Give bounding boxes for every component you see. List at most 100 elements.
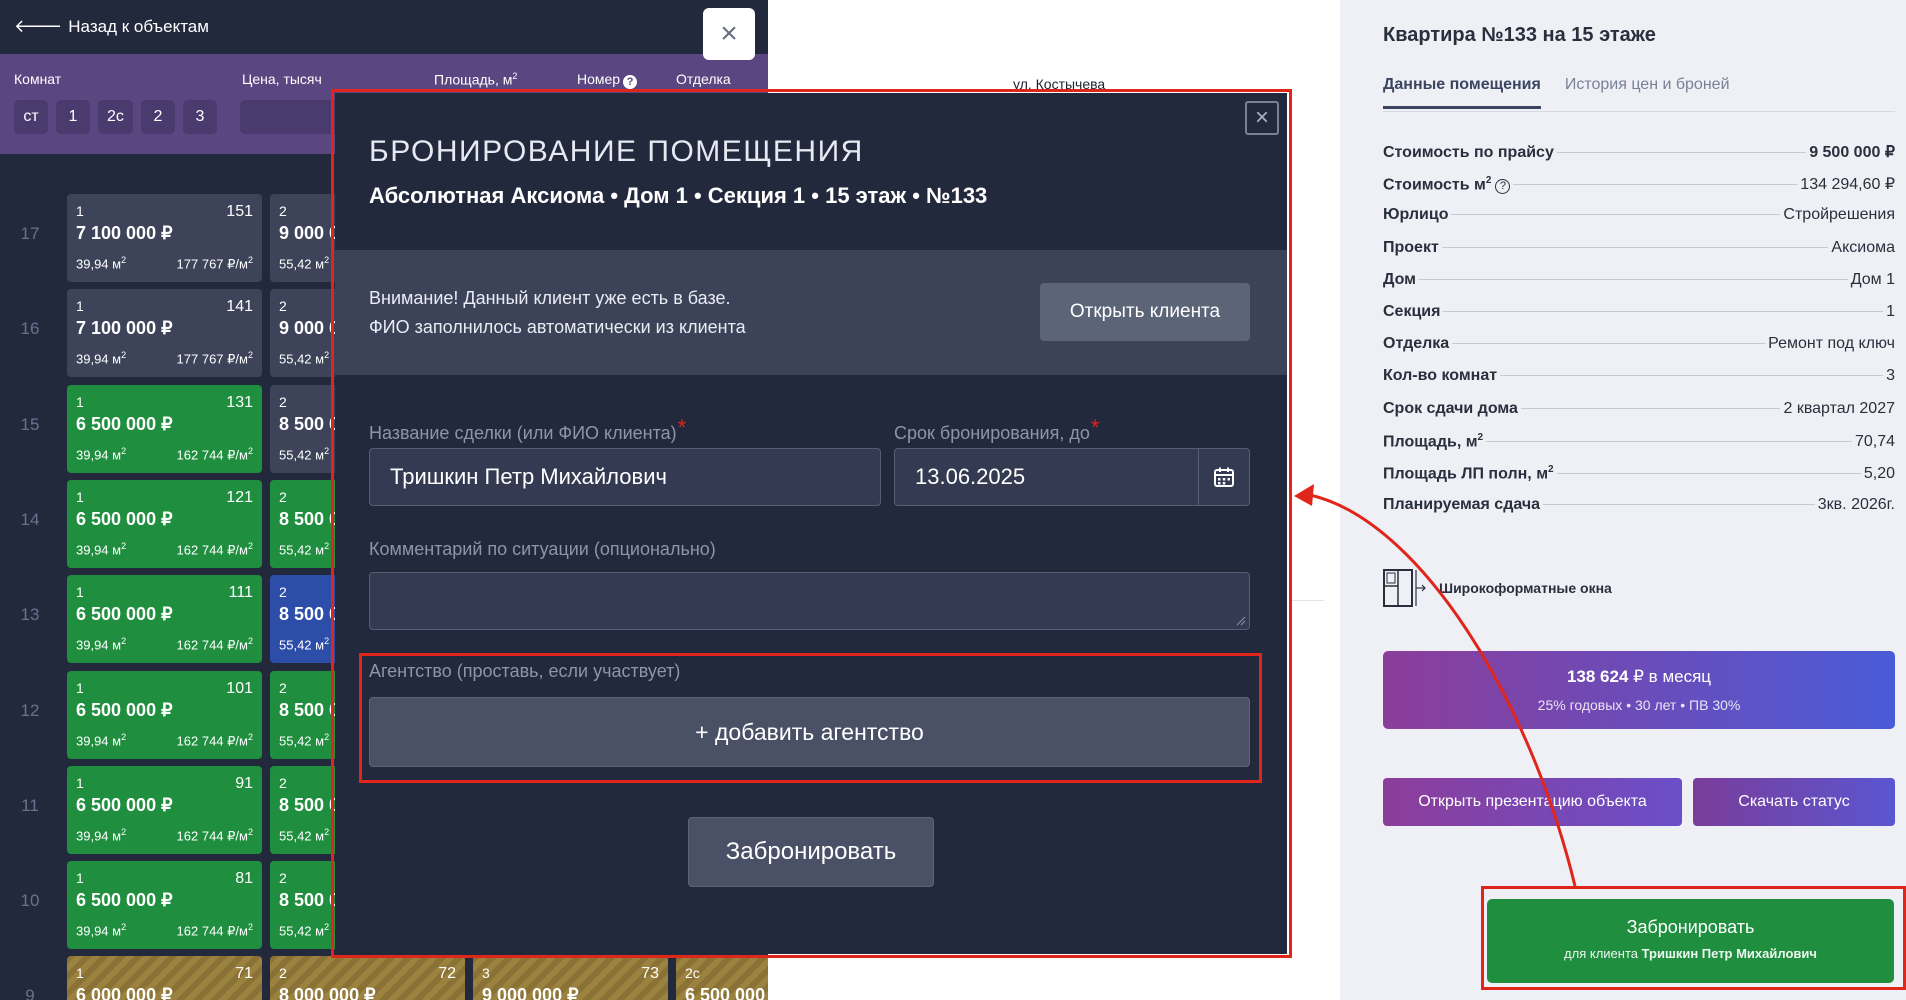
tab-room-data[interactable]: Данные помещения (1383, 76, 1541, 109)
submit-booking-button[interactable]: Забронировать (688, 817, 934, 887)
unit-rooms: 2 (279, 584, 287, 601)
apartment-cell[interactable]: 2 72 8 000 000 ₽ (270, 956, 465, 1000)
room-filter-option[interactable]: 2 (140, 100, 175, 134)
book-for-client-button[interactable]: Забронировать для клиента Тришкин Петр М… (1487, 899, 1894, 983)
open-client-button[interactable]: Открыть клиента (1040, 283, 1250, 341)
apartment-cell[interactable]: 1 111 6 500 000 ₽39,94 м2 162 744 ₽/м2 (67, 575, 262, 664)
help-icon[interactable]: ? (623, 75, 638, 89)
window-icon (1383, 568, 1427, 608)
help-icon[interactable]: ? (1495, 179, 1511, 195)
mortgage-details: 25% годовых • 30 лет • ПВ 30% (1537, 697, 1741, 713)
room-filter-option[interactable]: ст (14, 100, 48, 134)
property-row: Кол-во комнат 3 (1383, 367, 1895, 399)
open-presentation-button[interactable]: Открыть презентацию объекта (1383, 778, 1682, 826)
close-modal-button[interactable]: × (1245, 101, 1279, 135)
unit-rooms: 1 (76, 679, 84, 696)
unit-rooms: 2 (279, 870, 287, 887)
room-filter-option[interactable]: 2с (98, 100, 133, 134)
apartment-cell[interactable]: 1 141 7 100 000 ₽ 39,94 м2 177 767 ₽/м2 (67, 289, 262, 378)
unit-price: 6 000 000 ₽ (76, 985, 173, 1000)
existing-client-notice: Внимание! Данный клиент уже есть в базе.… (335, 250, 1287, 375)
property-value: 70,74 (1854, 433, 1895, 451)
unit-price: 6 500 000 ₽ (76, 604, 173, 625)
feature-wide-windows: Широкоформатные окна (1383, 568, 1612, 608)
property-value: Стройрешения (1783, 206, 1895, 224)
property-key: Стоимость м2? (1383, 175, 1511, 195)
property-row: Площадь ЛП полн, м2 5,20 (1383, 464, 1895, 496)
property-key: Отделка (1383, 335, 1450, 353)
unit-number: 121 (226, 488, 253, 506)
unit-number: 111 (228, 584, 253, 602)
floor-number: 15 (20, 414, 40, 434)
room-filter-option[interactable]: 3 (182, 100, 217, 134)
unit-area: 39,94 м2 (76, 731, 127, 748)
unit-price: 6 500 000 ₽ (76, 890, 173, 911)
apartment-cell[interactable]: 1 101 6 500 000 ₽ 39,94 м2 162 744 ₽/м2 (67, 670, 262, 759)
floor-number: 14 (20, 509, 40, 529)
apartment-cell[interactable]: 2с 6 500 000 (676, 956, 768, 1000)
property-row: Дом Дом 1 (1383, 271, 1895, 303)
apartment-cell[interactable]: 1 121 6 500 000 ₽ 39,94 м2 162 744 ₽/м2 (67, 479, 262, 568)
comment-textarea[interactable] (369, 572, 1250, 630)
back-to-objects-link[interactable]: 🡐 Назад к объектам (14, 16, 209, 37)
property-row: Стоимость м2? 134 294,60 ₽ (1383, 174, 1895, 206)
tab-price-history[interactable]: История цен и броней (1565, 76, 1730, 109)
unit-price: 9 000 000 ₽ (482, 985, 579, 1000)
resize-grip-icon[interactable] (1236, 616, 1246, 626)
unit-rooms: 2 (279, 965, 287, 982)
back-link-label: Назад к объектам (68, 16, 209, 36)
unit-rooms: 1 (76, 393, 84, 410)
leader-line (1451, 214, 1781, 216)
unit-rooms: 2 (279, 679, 287, 696)
property-key: Площадь, м2 (1383, 431, 1484, 451)
apartment-cell[interactable]: 1 131 6 500 000 ₽ 39,94 м2 162 744 ₽/м2 (67, 384, 262, 473)
apartment-cell[interactable]: 3 73 9 000 000 ₽ (473, 956, 668, 1000)
property-value: 3 (1886, 367, 1895, 385)
property-row: Планируемая сдача 3кв. 2026г. (1383, 496, 1895, 528)
apartment-cell[interactable]: 1 91 6 500 000 ₽ 39,94 м2 162 744 ₽/м2 (67, 765, 262, 854)
unit-rooms: 1 (76, 298, 84, 315)
property-key: Проект (1383, 238, 1439, 256)
unit-area: 55,42 м2 (279, 350, 330, 367)
property-row: Стоимость по прайсу 9 500 000 ₽ (1383, 142, 1895, 174)
property-row: Секция 1 (1383, 303, 1895, 335)
apartment-cell[interactable]: 1 151 7 100 000 ₽ 39,94 м2 177 767 ₽/м2 (67, 194, 262, 282)
booking-modal: × БРОНИРОВАНИЕ ПОМЕЩЕНИЯ Абсолютная Акси… (335, 93, 1287, 954)
modal-subtitle: Абсолютная Аксиома • Дом 1 • Секция 1 • … (369, 183, 988, 208)
price-filter-input[interactable] (240, 100, 340, 134)
mortgage-calculator[interactable]: 138 624 ₽ в месяц 25% годовых • 30 лет •… (1383, 651, 1895, 729)
unit-area: 39,94 м2 (76, 636, 127, 653)
deal-name-input[interactable]: Тришкин Петр Михайлович (369, 448, 881, 506)
calendar-button[interactable] (1198, 448, 1250, 506)
property-value: 3кв. 2026г. (1817, 496, 1895, 514)
leader-line (1500, 375, 1884, 377)
unit-area: 55,42 м2 (279, 255, 330, 272)
unit-number: 81 (235, 870, 253, 888)
room-filter-option[interactable]: 1 (56, 100, 90, 134)
unit-number: 91 (235, 774, 253, 792)
apartment-title: Квартира №133 на 15 этаже (1383, 24, 1656, 46)
unit-price: 6 500 000 ₽ (76, 699, 173, 720)
property-key: Планируемая сдача (1383, 496, 1541, 514)
unit-rooms: 1 (76, 870, 84, 887)
property-key: Срок сдачи дома (1383, 399, 1518, 417)
download-status-button[interactable]: Скачать статус (1693, 778, 1895, 826)
close-chessboard-button[interactable]: × (703, 8, 755, 60)
property-value: Дом 1 (1850, 270, 1895, 288)
property-key: Юрлицо (1383, 206, 1449, 224)
unit-area: 55,42 м2 (279, 922, 330, 939)
add-agency-button[interactable]: + добавить агентство (369, 697, 1250, 767)
apartment-cell[interactable]: 1 71 6 000 000 ₽ (67, 956, 262, 1000)
apartment-cell[interactable]: 1 81 6 500 000 ₽ 39,94 м2 162 744 ₽/м2 (67, 861, 262, 950)
unit-area: 39,94 м2 (76, 540, 127, 558)
modal-title: БРОНИРОВАНИЕ ПОМЕЩЕНИЯ (369, 135, 864, 168)
property-key: Секция (1383, 302, 1441, 320)
booking-date-input[interactable]: 13.06.2025 (894, 448, 1200, 506)
unit-rooms: 3 (482, 965, 490, 982)
area-filter-label: Площадь, м2 (434, 71, 518, 88)
unit-number: 131 (226, 393, 253, 411)
unit-area: 55,42 м2 (279, 636, 330, 653)
arrow-left-icon: 🡐 (14, 16, 63, 36)
unit-rooms: 2 (279, 488, 287, 505)
unit-price-per-meter: 162 744 ₽/м2 (176, 636, 253, 653)
